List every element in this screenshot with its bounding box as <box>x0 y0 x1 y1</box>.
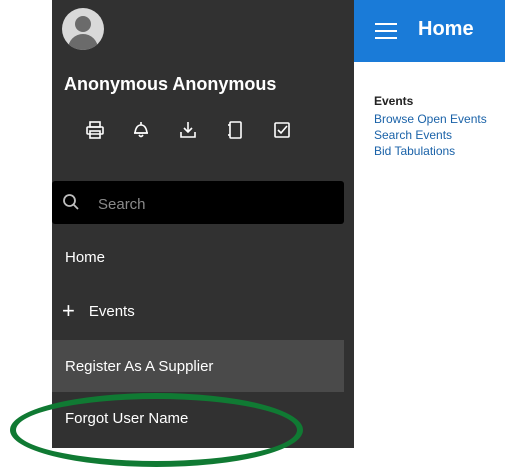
checkbox-icon[interactable] <box>270 118 294 142</box>
plus-icon[interactable]: + <box>62 300 75 322</box>
section-heading-events: Events <box>374 94 414 108</box>
search-input[interactable] <box>96 192 330 216</box>
search-events-link[interactable]: Search Events <box>374 127 505 143</box>
nav-item-forgot-user-name[interactable]: Forgot User Name <box>52 393 344 443</box>
user-name: Anonymous Anonymous <box>64 74 277 94</box>
avatar-body-shape <box>68 34 98 50</box>
notebook-icon[interactable] <box>223 118 247 142</box>
nav-item-register-as-a-supplier[interactable]: Register As A Supplier <box>52 340 344 392</box>
bid-tabulations-link[interactable]: Bid Tabulations <box>374 143 505 159</box>
page-title: Home <box>418 18 474 40</box>
nav-item-label: Register As A Supplier <box>65 357 214 375</box>
page-header: Home <box>354 0 505 62</box>
nav-item-label: Forgot User Name <box>65 409 189 427</box>
avatar-head-shape <box>75 16 91 32</box>
search-box <box>52 181 344 224</box>
browse-open-events-link[interactable]: Browse Open Events <box>374 111 505 127</box>
download-icon[interactable] <box>176 118 200 142</box>
print-icon[interactable] <box>83 118 107 142</box>
search-icon <box>63 194 79 210</box>
hamburger-menu-icon[interactable] <box>375 23 397 39</box>
main-content: Events Browse Open Events Search Events … <box>374 94 505 159</box>
nav-item-events[interactable]: + Events <box>52 286 344 336</box>
nav-item-label: Home <box>65 248 106 266</box>
avatar[interactable] <box>62 8 104 50</box>
nav-item-label: Events <box>88 302 135 320</box>
nav-item-home[interactable]: Home <box>52 232 344 282</box>
bell-icon[interactable] <box>129 118 153 142</box>
